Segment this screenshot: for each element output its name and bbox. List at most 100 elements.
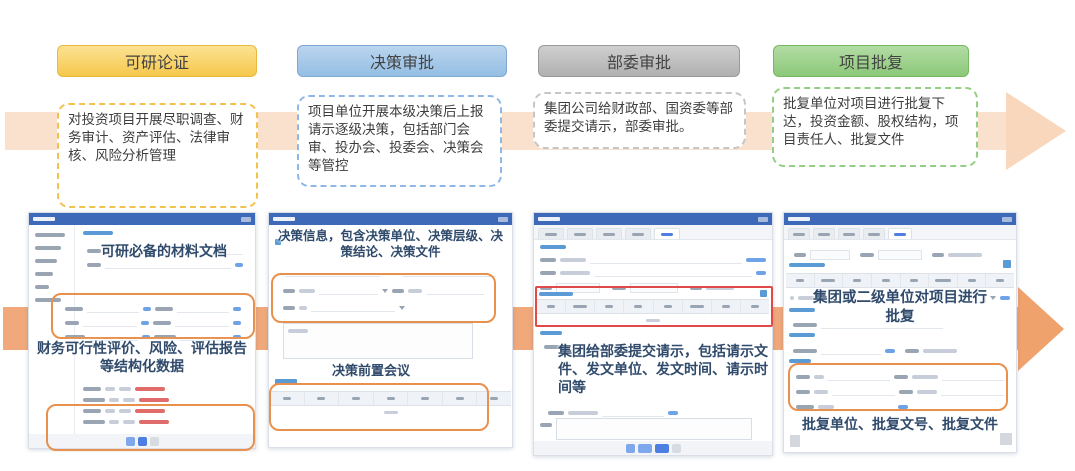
stage-description-decision: 项目单位开展本级决策后上报请示逐级决策，包括部门会审、投办会、投委会、决策会等管… [297, 95, 502, 187]
field-value [560, 271, 590, 275]
annotation-group-approval: 集团或二级单位对项目进行批复 [812, 289, 988, 326]
field-value [109, 398, 119, 402]
field-label [860, 253, 874, 257]
stage-header-approval: 项目批复 [773, 45, 969, 77]
tab-item-active[interactable] [888, 228, 912, 239]
window-titlebar [29, 213, 255, 225]
input-field[interactable] [602, 409, 664, 417]
sidebar-item[interactable] [35, 259, 57, 263]
field-value [119, 387, 131, 391]
screenshot-decision-form: 决策信息，包含决策单位、决策层级、决策结论、决策文件 决策前置会议 [268, 212, 513, 448]
highlight-box [271, 273, 496, 323]
form-row [794, 250, 1006, 260]
window-close-icon[interactable] [241, 217, 251, 222]
row-index [790, 296, 794, 300]
highlight-box [46, 404, 255, 451]
table-header-cell [815, 274, 844, 287]
field-label [87, 263, 101, 267]
structured-data-link[interactable] [139, 398, 169, 402]
window-title [33, 217, 55, 221]
tab-item[interactable] [813, 228, 835, 239]
screenshot-ministry-form: 集团给部委提交请示，包括请示文件、发文单位、发文时间、请示时间等 [533, 212, 773, 456]
field-value [560, 258, 586, 262]
input-field[interactable] [105, 261, 231, 269]
annotation-materials: 可研必备的材料文档 [77, 243, 251, 261]
field-value [568, 411, 598, 415]
process-flow-diagram: 可研论证 决策审批 部委审批 项目批复 对投资项目开展尽职调查、财务审计、资产评… [0, 0, 1075, 471]
field-value [123, 398, 135, 402]
tab-item[interactable] [863, 228, 885, 239]
back-button[interactable] [626, 444, 635, 453]
scrollbar-thumb[interactable] [1000, 433, 1012, 445]
view-file-link[interactable] [746, 258, 766, 262]
window-titlebar [784, 213, 1016, 225]
form-row [540, 269, 766, 277]
stage-description-approval: 批复单位对项目进行批复下达，投资金额、股权结构，项目责任人、批复文件 [772, 87, 978, 167]
stage-description-text: 批复单位对项目进行批复下达，投资金额、股权结构，项目责任人、批复文件 [783, 96, 959, 147]
table-header-cell [843, 274, 872, 287]
upload-link[interactable] [235, 263, 243, 267]
bottom-flow-arrow-icon [1018, 287, 1064, 371]
input-field[interactable] [594, 269, 752, 277]
stage-description-text: 对投资项目开展尽职调查、财务审计、资产评估、法律审核、风险分析管理 [68, 112, 244, 163]
window-title [273, 217, 295, 221]
save-button[interactable] [638, 444, 652, 453]
tab-item[interactable] [538, 228, 564, 239]
tab-item[interactable] [567, 228, 593, 239]
annotation-structured-data: 财务可行性评价、风险、评估报告等结构化数据 [35, 340, 249, 376]
highlight-box [788, 363, 1008, 411]
section-title [789, 333, 815, 337]
stage-header-ministry: 部委审批 [538, 45, 740, 77]
stage-description-feasibility: 对投资项目开展尽职调查、财务审计、资产评估、法律审核、风险分析管理 [57, 103, 258, 208]
cancel-button[interactable] [672, 444, 681, 453]
structured-data-link[interactable] [135, 387, 165, 391]
input-field[interactable] [821, 347, 881, 355]
field-label [83, 398, 105, 402]
chevron-down-icon [990, 296, 996, 300]
tab-item-active[interactable] [654, 228, 680, 239]
stage-title: 部委审批 [607, 49, 671, 73]
field-label [548, 411, 564, 415]
remark-textarea[interactable] [283, 323, 473, 359]
form-row [83, 398, 245, 402]
input-field[interactable] [810, 250, 850, 260]
tab-item[interactable] [838, 228, 860, 239]
view-file-link[interactable] [668, 411, 678, 415]
view-file-link[interactable] [756, 271, 766, 275]
section-title [789, 263, 825, 267]
input-field[interactable] [590, 256, 742, 264]
field-value [948, 253, 982, 257]
window-close-icon[interactable] [498, 217, 508, 222]
form-row [548, 409, 678, 417]
tab-item[interactable] [596, 228, 622, 239]
sidebar-item[interactable] [35, 285, 49, 289]
stage-title: 决策审批 [370, 49, 434, 73]
form-row [540, 256, 766, 264]
table-header-cell [786, 274, 815, 287]
tab-item[interactable] [788, 228, 810, 239]
section-title [83, 231, 113, 235]
field-value [923, 349, 957, 353]
annotation-ministry-request: 集团给部委提交请示，包括请示文件、发文单位、发文时间、请示时间等 [558, 343, 770, 397]
remark-textarea[interactable] [556, 418, 752, 440]
sidebar-item[interactable] [35, 233, 65, 237]
field-label [540, 271, 556, 275]
view-file-link[interactable] [885, 349, 895, 353]
submit-button[interactable] [655, 444, 669, 453]
sidebar-item[interactable] [35, 272, 53, 276]
scrollbar-thumb[interactable] [790, 435, 800, 447]
tab-bar [784, 225, 1016, 240]
sidebar-item[interactable] [35, 246, 61, 250]
window-close-icon[interactable] [758, 217, 768, 222]
annotation-approval-fields: 批复单位、批复文号、批复文件 [794, 416, 1006, 434]
section-title [540, 331, 562, 335]
window-close-icon[interactable] [1002, 217, 1012, 222]
textarea-placeholder [288, 329, 308, 333]
row-action-link[interactable] [1000, 296, 1010, 300]
add-row-icon[interactable] [1003, 260, 1011, 268]
tab-item[interactable] [625, 228, 651, 239]
action-bar [534, 441, 772, 455]
screenshot-feasibility-form: 可研必备的材料文档 财务可行性评价、风险、评估报告等结构化数据 [28, 212, 256, 449]
form-row [87, 261, 243, 269]
date-field[interactable] [878, 250, 922, 260]
